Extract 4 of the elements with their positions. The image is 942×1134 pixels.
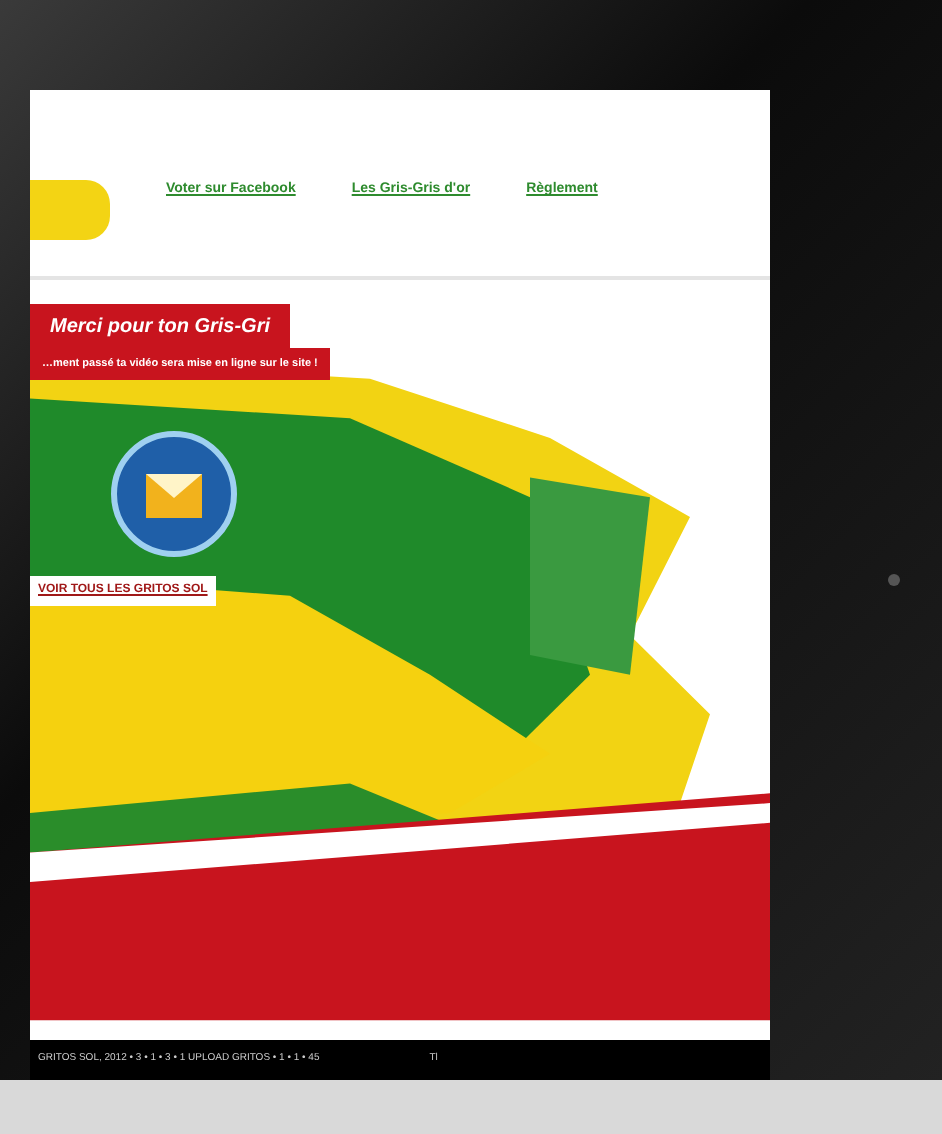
home-button-icon[interactable]	[888, 574, 900, 586]
banner-title: Merci pour ton Gris-Gri	[30, 304, 291, 350]
logo-icon	[30, 180, 110, 240]
envelope-icon	[110, 430, 238, 558]
